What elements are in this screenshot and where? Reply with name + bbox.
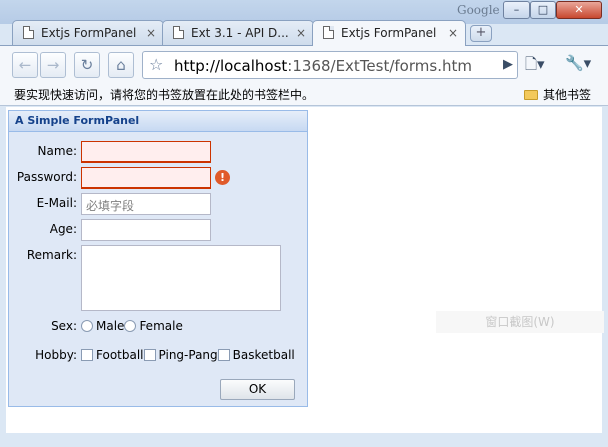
tab-label: Extjs FormPanel <box>341 26 437 40</box>
bookmarks-bar: 要实现快速访问，请将您的书签放置在此处的书签栏中。 其他书签 <box>0 82 608 106</box>
url-text[interactable]: http://localhost:1368/ExtTest/forms.htm <box>174 57 472 75</box>
go-icon[interactable]: ▶ <box>503 57 513 72</box>
hobby-option-basketball[interactable]: Basketball <box>217 348 295 362</box>
home-button[interactable]: ⌂ <box>108 52 134 78</box>
tab-extjs-formpanel-1[interactable]: Extjs FormPanel × <box>12 20 164 45</box>
url-host: http://localhost <box>174 57 288 75</box>
form-panel-title: A Simple FormPanel <box>9 111 307 132</box>
close-tab-icon[interactable]: × <box>448 21 458 45</box>
name-input[interactable] <box>81 141 211 163</box>
football-label: Football <box>96 348 144 362</box>
hobby-option-football[interactable]: Football <box>81 348 144 362</box>
bookmarks-hint: 要实现快速访问，请将您的书签放置在此处的书签栏中。 <box>14 88 315 102</box>
checkbox-football[interactable] <box>81 349 93 361</box>
sex-radio-group: Male Female <box>81 319 183 333</box>
wrench-menu-icon[interactable]: 🔧▾ <box>565 54 591 72</box>
bookmark-star-icon[interactable]: ☆ <box>149 55 163 74</box>
maximize-button[interactable]: □ <box>530 1 556 19</box>
remark-textarea[interactable] <box>81 245 281 311</box>
close-tab-icon[interactable]: × <box>146 21 156 45</box>
sex-label: Sex: <box>51 319 77 333</box>
radio-male[interactable] <box>81 320 93 332</box>
checkbox-pingpang[interactable] <box>143 349 156 361</box>
password-label: Password: <box>16 170 77 184</box>
page-icon <box>173 26 184 39</box>
sex-option-female[interactable]: Female <box>124 319 183 333</box>
age-input[interactable] <box>81 219 211 241</box>
browser-toolbar: ← → ↻ ⌂ ☆ http://localhost:1368/ExtTest/… <box>0 45 608 82</box>
other-bookmarks[interactable]: 其他书签 <box>524 86 591 103</box>
hobby-label: Hobby: <box>35 348 77 362</box>
new-tab-button[interactable]: + <box>470 25 492 42</box>
age-label: Age: <box>49 222 77 236</box>
hobby-checkbox-group: Football Ping-Pang Basketball <box>81 348 295 362</box>
folder-icon <box>524 90 538 100</box>
tab-label: Extjs FormPanel <box>41 26 137 40</box>
address-bar[interactable]: ☆ http://localhost:1368/ExtTest/forms.ht… <box>142 51 518 79</box>
pingpang-label: Ping-Pang <box>158 348 218 362</box>
radio-female[interactable] <box>124 320 137 332</box>
tab-label: Ext 3.1 - API D... <box>191 26 289 40</box>
error-icon: ! <box>215 170 230 185</box>
reload-button[interactable]: ↻ <box>74 52 100 78</box>
minimize-button[interactable]: – <box>503 1 530 19</box>
female-label: Female <box>139 319 183 333</box>
email-input[interactable]: 必填字段 <box>81 193 211 215</box>
male-label: Male <box>96 319 125 333</box>
close-window-button[interactable]: ✕ <box>556 1 602 19</box>
google-label: Google <box>457 3 500 17</box>
password-input[interactable] <box>81 167 211 189</box>
url-path: :1368/ExtTest/forms.htm <box>287 57 472 75</box>
email-label: E-Mail: <box>36 196 77 210</box>
hobby-option-pingpang[interactable]: Ping-Pang <box>143 348 218 362</box>
page-icon <box>323 26 334 39</box>
checkbox-basketball[interactable] <box>217 349 230 361</box>
tab-ext-api[interactable]: Ext 3.1 - API D... × <box>162 20 314 45</box>
back-button[interactable]: ← <box>12 52 38 78</box>
remark-label: Remark: <box>26 248 77 262</box>
tab-extjs-formpanel-active[interactable]: Extjs FormPanel × <box>312 20 466 46</box>
screenshot-watermark: 窗口截图(W) <box>436 311 604 333</box>
ok-button[interactable]: OK <box>220 379 295 400</box>
basketball-label: Basketball <box>232 348 295 362</box>
page-menu-icon[interactable]: 🗋▾ <box>525 54 545 79</box>
window-bottom-frame <box>0 433 608 447</box>
close-tab-icon[interactable]: × <box>296 21 306 45</box>
form-panel: A Simple FormPanel Name: Password: ! E-M… <box>8 110 308 407</box>
other-bookmarks-label: 其他书签 <box>543 88 592 102</box>
page-icon <box>23 26 34 39</box>
tab-strip: Extjs FormPanel × Ext 3.1 - API D... × E… <box>0 18 608 46</box>
sex-option-male[interactable]: Male <box>81 319 124 333</box>
forward-button[interactable]: → <box>40 52 66 78</box>
page-content: 窗口截图(W) A Simple FormPanel Name: Passwor… <box>6 107 604 433</box>
name-label: Name: <box>37 144 77 158</box>
